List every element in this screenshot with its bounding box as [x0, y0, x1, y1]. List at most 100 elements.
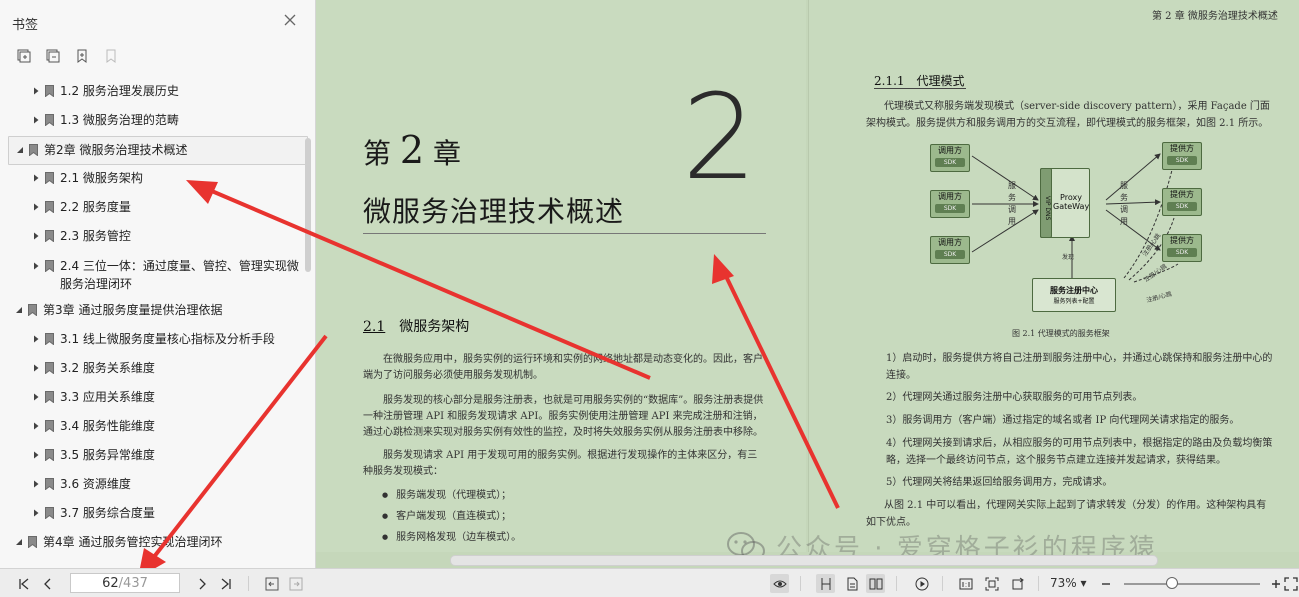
double-page-icon[interactable] [866, 574, 885, 593]
actual-size-icon[interactable] [956, 574, 975, 593]
delete-bookmark-icon[interactable] [101, 46, 120, 65]
expanded-icon[interactable] [14, 533, 23, 551]
expand-all-icon[interactable] [14, 46, 33, 65]
close-icon[interactable] [282, 12, 298, 28]
bookmark-icon [27, 533, 37, 551]
bookmark-tools [14, 46, 120, 66]
eye-protection-icon[interactable] [770, 574, 789, 593]
zoom-slider[interactable] [1124, 583, 1260, 585]
caller-box: 调用方 SDK [930, 144, 970, 172]
separator [1038, 576, 1039, 591]
chapter-rule [363, 233, 766, 234]
expanded-icon[interactable] [15, 141, 24, 159]
first-page-icon[interactable] [14, 574, 33, 593]
bookmark-item[interactable]: 2.4 三位一体：通过度量、管控、管理实现微服务治理闭环 [0, 257, 300, 293]
collapsed-icon[interactable] [31, 198, 40, 216]
add-bookmark-icon[interactable] [72, 46, 91, 65]
bookmark-item[interactable]: 2.2 服务度量 [0, 198, 300, 216]
bullet-item: 服务端发现（代理模式）； [382, 486, 511, 501]
bookmark-item[interactable]: 2.1 微服务架构 [0, 169, 300, 187]
collapsed-icon[interactable] [31, 504, 40, 522]
bookmark-icon [27, 301, 37, 319]
subsection-rule [874, 88, 966, 89]
total-pages: /437 [118, 575, 148, 591]
zoom-out-icon[interactable] [1096, 574, 1115, 593]
document-view: 第 2 章 2 微服务治理技术概述 2.1 微服务架构 在微服务应用中，服务实例的… [316, 0, 1299, 568]
collapsed-icon[interactable] [31, 330, 40, 348]
bookmark-label: 3.4 服务性能维度 [60, 419, 155, 433]
continuous-page-icon[interactable] [842, 574, 861, 593]
list-item: 4）代理网关接到请求后，从相应服务的可用节点列表中，根据指定的路由及负载均衡策略… [886, 438, 1273, 466]
call-label: 服 务 调 用 [1008, 181, 1016, 226]
vip-dns-strip: VIP DNS [1040, 168, 1052, 238]
next-page-icon[interactable] [192, 574, 211, 593]
figure-caption: 图 2.1 代理模式的服务框架 [1012, 329, 1110, 338]
paragraph: 服务发现的核心部分是服务注册表，也就是可用服务实例的“数据库”。服务注册表提供一… [363, 395, 764, 438]
bookmark-icon [44, 475, 54, 493]
bookmark-item[interactable]: 1.2 服务治理发展历史 [0, 82, 300, 100]
bookmark-label: 3.2 服务关系维度 [60, 361, 155, 375]
collapsed-icon[interactable] [31, 359, 40, 377]
bookmark-chapter[interactable]: 第4章 通过服务管控实现治理闭环 [0, 533, 300, 551]
bookmark-chapter[interactable]: 第3章 通过服务度量提供治理依据 [0, 301, 300, 319]
section-title: 2.1 微服务架构 [363, 316, 469, 336]
last-page-icon[interactable] [216, 574, 235, 593]
zoom-level[interactable]: 73% ▾ [1050, 576, 1087, 590]
separator [942, 576, 943, 591]
bookmark-icon [44, 111, 54, 129]
collapsed-icon[interactable] [31, 82, 40, 100]
bookmark-item[interactable]: 3.7 服务综合度量 [0, 504, 300, 522]
collapsed-icon[interactable] [31, 227, 40, 245]
collapsed-icon[interactable] [31, 446, 40, 464]
collapsed-icon[interactable] [31, 169, 40, 187]
bookmark-scrollbar[interactable] [305, 138, 311, 272]
list-item: 3）服务调用方（客户端）通过指定的域名或者 IP 向代理网关请求指定的服务。 [886, 415, 1240, 426]
bookmark-item[interactable]: 1.3 微服务治理的范畴 [0, 111, 300, 129]
provider-box: 提供方 SDK [1162, 188, 1202, 216]
rotate-icon[interactable] [1008, 574, 1027, 593]
paragraph: 在微服务应用中，服务实例的运行环境和实例的网络地址都是动态变化的。因此，客户端为… [363, 354, 763, 381]
collapsed-icon[interactable] [31, 475, 40, 493]
collapsed-icon[interactable] [31, 388, 40, 406]
separator [248, 576, 249, 591]
chapter-big-number: 2 [682, 68, 758, 206]
bookmark-icon [44, 446, 54, 464]
paragraph: 从图 2.1 中可以看出，代理网关实际上起到了请求转发（分发）的作用。这种架构具… [866, 500, 1267, 528]
chapter-suffix: 章 [433, 137, 462, 170]
bookmark-icon [28, 141, 38, 159]
bookmark-item[interactable]: 2.3 服务管控 [0, 227, 300, 245]
forward-icon[interactable] [286, 574, 305, 593]
bookmark-chapter[interactable]: 第2章 微服务治理技术概述 [8, 136, 308, 165]
bookmark-item[interactable]: 3.1 线上微服务度量核心指标及分析手段 [0, 330, 300, 348]
bookmark-item[interactable]: 3.4 服务性能维度 [0, 417, 300, 435]
bookmark-label: 3.1 线上微服务度量核心指标及分析手段 [60, 332, 275, 346]
discover-label: 发现 [1062, 254, 1075, 261]
collapsed-icon[interactable] [31, 417, 40, 435]
caller-box: 调用方 SDK [930, 236, 970, 264]
collapsed-icon[interactable] [31, 111, 40, 129]
prev-page-icon[interactable] [38, 574, 57, 593]
provider-box: 提供方 SDK [1162, 142, 1202, 170]
back-icon[interactable] [262, 574, 281, 593]
bookmark-item[interactable]: 3.5 服务异常维度 [0, 446, 300, 464]
single-page-icon[interactable] [816, 574, 835, 593]
page-number-input[interactable]: 62/437 [70, 573, 180, 593]
collapse-all-icon[interactable] [43, 46, 62, 65]
horizontal-scrollbar[interactable] [450, 555, 1158, 566]
bookmark-item[interactable]: 3.2 服务关系维度 [0, 359, 300, 377]
collapsed-icon[interactable] [31, 257, 40, 275]
bookmark-icon [44, 198, 54, 216]
bookmark-label: 1.3 微服务治理的范畴 [60, 113, 179, 127]
fullscreen-icon[interactable] [1282, 574, 1299, 593]
list-item: 1）启动时，服务提供方将自己注册到服务注册中心，并通过心跳保持和服务注册中心的连… [886, 353, 1273, 381]
bookmark-item[interactable]: 3.6 资源维度 [0, 475, 300, 493]
zoom-slider-thumb[interactable] [1166, 577, 1178, 589]
bookmark-icon [44, 388, 54, 406]
bookmark-icon [44, 504, 54, 522]
bookmark-item[interactable]: 3.3 应用关系维度 [0, 388, 300, 406]
bookmark-label: 3.6 资源维度 [60, 477, 131, 491]
subsection-title: 2.1.1 代理模式 [874, 72, 965, 89]
fit-page-icon[interactable] [982, 574, 1001, 593]
expanded-icon[interactable] [14, 301, 23, 319]
play-icon[interactable] [912, 574, 931, 593]
